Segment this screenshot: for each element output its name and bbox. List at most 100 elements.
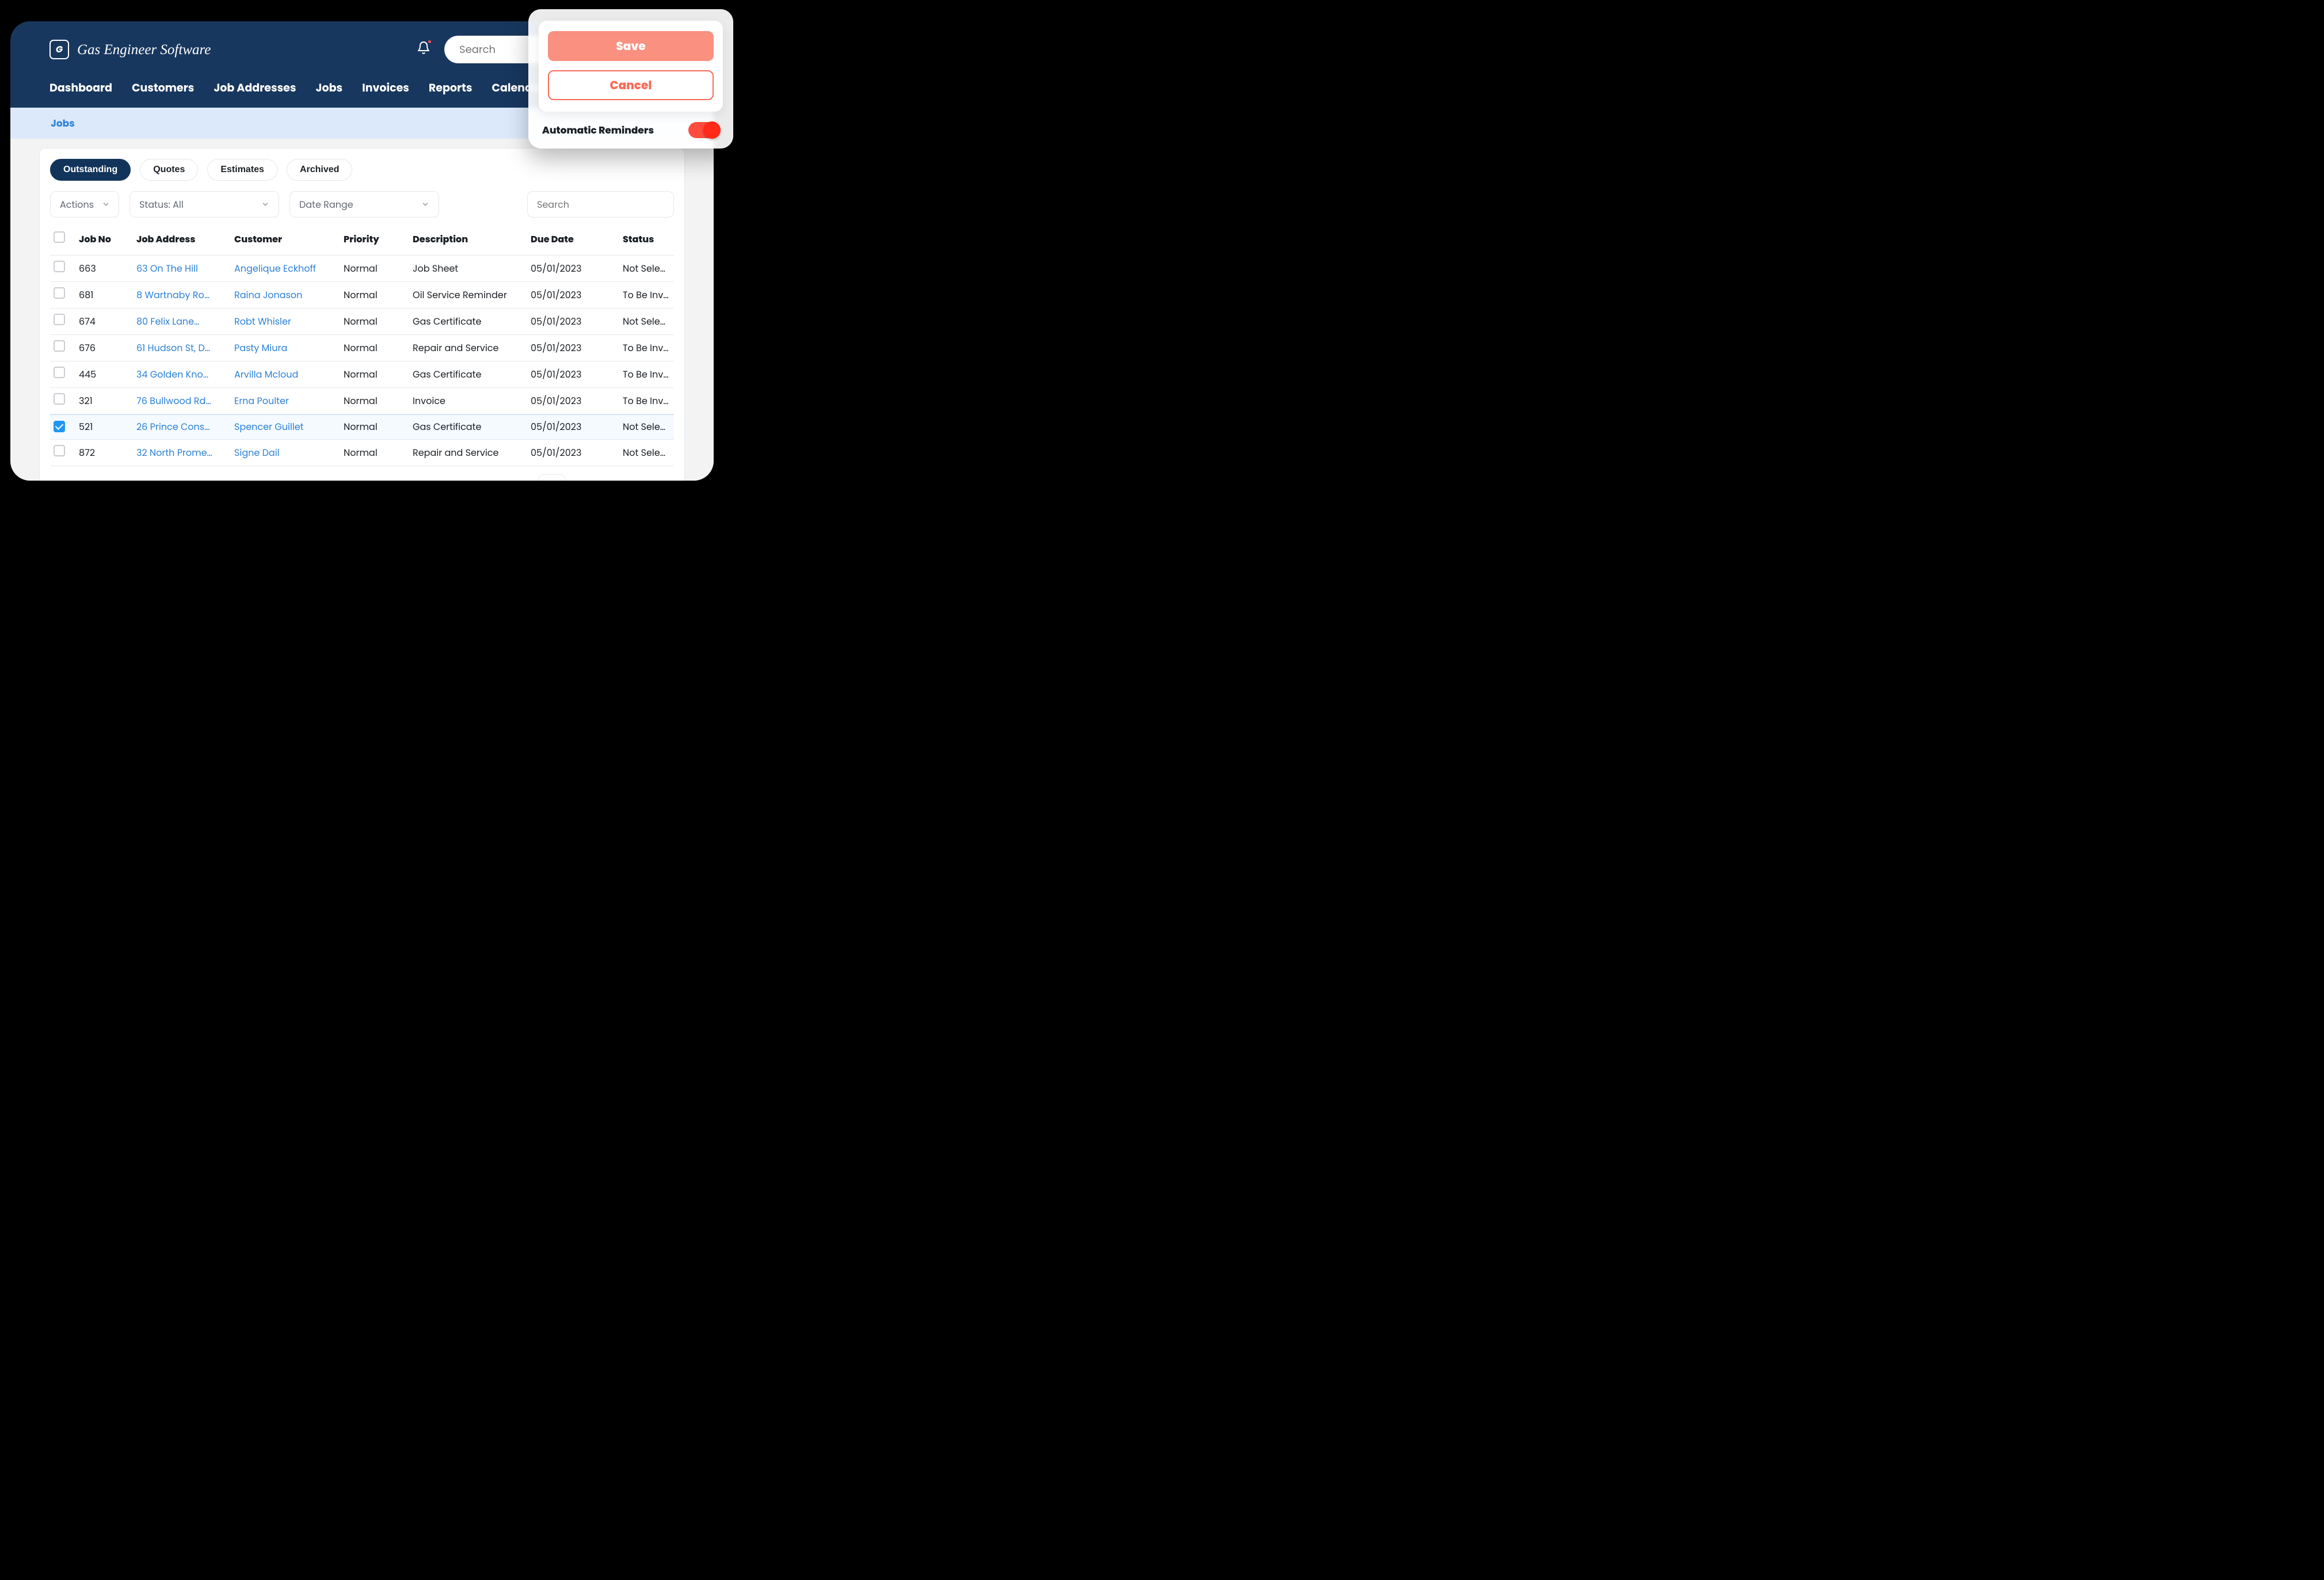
cell-customer[interactable]: Erna Poulter	[231, 388, 340, 414]
cell-description: Job Sheet	[409, 256, 527, 282]
nav-dashboard[interactable]: Dashboard	[49, 79, 112, 96]
tab-archived[interactable]: Archived	[287, 159, 352, 181]
cell-due-date: 05/01/2023	[527, 335, 619, 361]
cell-job-address[interactable]: 26 Prince Cons…	[133, 414, 231, 440]
cell-status: To Be Invoiced	[619, 361, 674, 388]
row-checkbox[interactable]	[54, 287, 65, 299]
row-checkbox[interactable]	[54, 340, 65, 352]
cell-customer[interactable]: Arvilla Mcloud	[231, 361, 340, 388]
col-description[interactable]: Description	[409, 226, 527, 256]
col-job-no[interactable]: Job No	[75, 226, 133, 256]
job-tabs: Outstanding Quotes Estimates Archived	[50, 159, 674, 181]
content-area: Outstanding Quotes Estimates Archived Ac…	[10, 139, 714, 481]
nav-invoices[interactable]: Invoices	[362, 79, 409, 96]
cell-job-no: 445	[75, 361, 133, 388]
table-row[interactable]: 66363 On The HillAngelique EckhoffNormal…	[50, 256, 674, 282]
cell-priority: Normal	[340, 335, 409, 361]
table-search-input[interactable]	[536, 197, 714, 212]
table-search[interactable]	[527, 191, 674, 218]
col-due-date[interactable]: Due Date	[527, 226, 619, 256]
nav-job-addresses[interactable]: Job Addresses	[214, 79, 296, 96]
col-job-address[interactable]: Job Address	[133, 226, 231, 256]
cell-job-no: 674	[75, 309, 133, 335]
actions-select[interactable]: Actions	[50, 191, 119, 218]
cell-due-date: 05/01/2023	[527, 361, 619, 388]
table-row[interactable]: 67661 Hudson St, D…Pasty MiuraNormalRepa…	[50, 335, 674, 361]
cell-due-date: 05/01/2023	[527, 388, 619, 414]
brand-logo-icon: G	[49, 40, 69, 59]
col-customer[interactable]: Customer	[231, 226, 340, 256]
cell-job-address[interactable]: 34 Golden Kno…	[133, 361, 231, 388]
cell-job-address[interactable]: 80 Felix Lane…	[133, 309, 231, 335]
col-status[interactable]: Status	[619, 226, 674, 256]
cell-status: To Be Invoiced	[619, 282, 674, 309]
row-checkbox[interactable]	[54, 421, 65, 432]
cancel-button[interactable]: Cancel	[548, 70, 714, 100]
cell-job-address[interactable]: 63 On The Hill	[133, 256, 231, 282]
cell-status: To Be Invoiced	[619, 335, 674, 361]
col-priority[interactable]: Priority	[340, 226, 409, 256]
page-of-label: 1 of 20	[577, 478, 604, 481]
date-range-select[interactable]: Date Range	[289, 191, 439, 218]
arrow-left-icon	[471, 480, 481, 481]
reminders-panel: Save Cancel Automatic Reminders	[528, 9, 733, 149]
table-row[interactable]: 87232 North Prome…Signe DailNormalRepair…	[50, 440, 674, 466]
reminders-actions-card: Save Cancel	[539, 21, 723, 112]
cell-customer[interactable]: Raina Jonason	[231, 282, 340, 309]
nav-reports[interactable]: Reports	[429, 79, 473, 96]
notification-dot-icon	[427, 39, 432, 44]
next-page-label: Next	[616, 478, 639, 481]
cell-priority: Normal	[340, 361, 409, 388]
cell-priority: Normal	[340, 309, 409, 335]
status-select[interactable]: Status: All	[129, 191, 279, 218]
brand-name: Gas Engineer Software	[77, 43, 211, 57]
nav-customers[interactable]: Customers	[132, 79, 194, 96]
cell-status: Not Selected	[619, 256, 674, 282]
cell-job-address[interactable]: 32 North Prome…	[133, 440, 231, 466]
row-checkbox[interactable]	[54, 314, 65, 325]
chevron-down-icon	[102, 200, 110, 208]
cell-customer[interactable]: Angelique Eckhoff	[231, 256, 340, 282]
nav-jobs[interactable]: Jobs	[316, 79, 343, 96]
automatic-reminders-toggle[interactable]	[688, 122, 719, 138]
cell-description: Oil Service Reminder	[409, 282, 527, 309]
page-input[interactable]: 20	[539, 474, 565, 481]
tab-quotes[interactable]: Quotes	[140, 159, 198, 181]
row-checkbox[interactable]	[54, 367, 65, 378]
cell-customer[interactable]: Robt Whisler	[231, 309, 340, 335]
table-row[interactable]: 6818 Wartnaby Ro…Raina JonasonNormalOil …	[50, 282, 674, 309]
cell-due-date: 05/01/2023	[527, 282, 619, 309]
row-checkbox[interactable]	[54, 393, 65, 405]
cell-description: Gas Certificate	[409, 414, 527, 440]
cell-customer[interactable]: Spencer Guillet	[231, 414, 340, 440]
first-page-button[interactable]: «	[454, 478, 459, 481]
cell-priority: Normal	[340, 440, 409, 466]
save-button[interactable]: Save	[548, 31, 714, 61]
cell-job-no: 521	[75, 414, 133, 440]
cell-job-address[interactable]: 8 Wartnaby Ro…	[133, 282, 231, 309]
notifications-button[interactable]	[417, 41, 430, 59]
cell-job-address[interactable]: 76 Bullwood Rd…	[133, 388, 231, 414]
row-checkbox[interactable]	[54, 261, 65, 272]
cell-customer[interactable]: Signe Dail	[231, 440, 340, 466]
select-all-checkbox[interactable]	[54, 231, 65, 243]
cell-customer[interactable]: Pasty Miura	[231, 335, 340, 361]
actions-select-label: Actions	[60, 197, 94, 212]
table-row[interactable]: 32176 Bullwood Rd…Erna PoulterNormalInvo…	[50, 388, 674, 414]
previous-page-button[interactable]: Previous	[471, 478, 528, 481]
cell-status: Not Selected	[619, 309, 674, 335]
date-range-select-label: Date Range	[299, 197, 353, 212]
tab-outstanding[interactable]: Outstanding	[50, 159, 131, 181]
tab-estimates[interactable]: Estimates	[207, 159, 277, 181]
next-page-button[interactable]: Next	[616, 478, 655, 481]
row-checkbox[interactable]	[54, 445, 65, 456]
cell-job-no: 321	[75, 388, 133, 414]
cell-job-address[interactable]: 61 Hudson St, D…	[133, 335, 231, 361]
table-row[interactable]: 52126 Prince Cons…Spencer GuilletNormalG…	[50, 414, 674, 440]
table-row[interactable]: 67480 Felix Lane…Robt WhislerNormalGas C…	[50, 309, 674, 335]
cell-description: Gas Certificate	[409, 309, 527, 335]
last-page-button[interactable]: »	[666, 478, 672, 481]
cell-description: Repair and Service	[409, 440, 527, 466]
cell-due-date: 05/01/2023	[527, 440, 619, 466]
table-row[interactable]: 44534 Golden Kno…Arvilla McloudNormalGas…	[50, 361, 674, 388]
